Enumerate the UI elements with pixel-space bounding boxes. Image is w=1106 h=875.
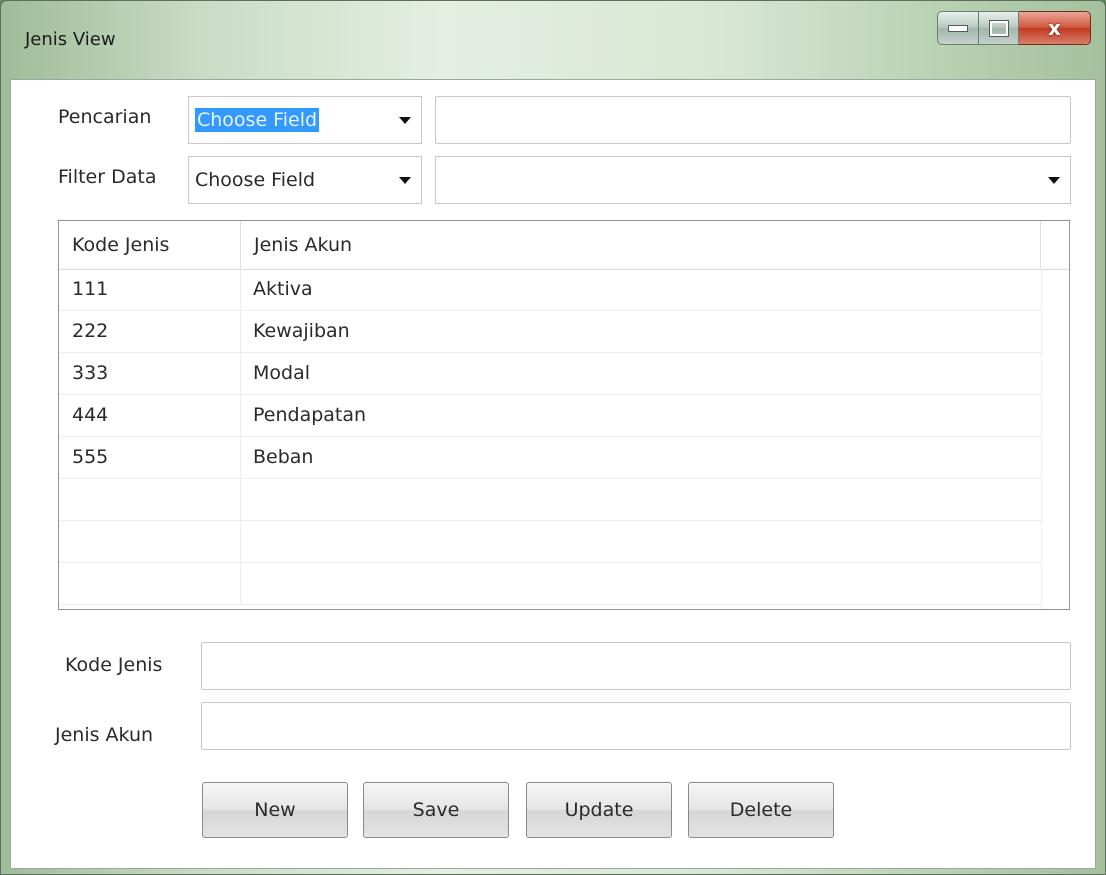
cell-jenis-akun: Modal [253, 362, 310, 384]
jenis-akun-input[interactable] [201, 702, 1071, 750]
client-area: Pencarian Choose Field Filter Data Choos… [10, 79, 1096, 869]
cell-empty [59, 479, 241, 520]
table-row[interactable]: 111 Aktiva [59, 269, 1041, 311]
table-row-empty [59, 479, 1041, 521]
kode-jenis-input[interactable] [201, 642, 1071, 690]
cell-jenis-akun: Pendapatan [253, 404, 367, 426]
column-header-jenis-akun[interactable]: Jenis Akun [241, 221, 1041, 269]
table-column-divider [1041, 269, 1042, 609]
maximize-button[interactable] [979, 11, 1019, 45]
jenis-table[interactable]: Kode Jenis Jenis Akun 111 Aktiva 222 Kew… [58, 220, 1070, 610]
filter-label: Filter Data [58, 166, 157, 188]
kode-jenis-label: Kode Jenis [65, 654, 163, 676]
cell-jenis-akun: Beban [253, 446, 314, 468]
close-button[interactable]: x [1019, 11, 1091, 45]
cell-empty [59, 521, 241, 562]
filter-field-select-value: Choose Field [195, 169, 316, 191]
filter-value-select[interactable] [435, 156, 1071, 204]
chevron-down-icon [399, 176, 411, 184]
maximize-icon [988, 19, 1009, 37]
caption-buttons: x [937, 11, 1091, 47]
cell-kode-jenis: 444 [59, 395, 241, 436]
window-title: Jenis View [25, 29, 116, 50]
table-row[interactable]: 555 Beban [59, 437, 1041, 479]
search-field-select-value: Choose Field [195, 108, 320, 132]
table-row[interactable]: 222 Kewajiban [59, 311, 1041, 353]
cell-empty [59, 563, 241, 604]
cell-kode-jenis: 111 [59, 269, 241, 310]
cell-jenis-akun: Aktiva [253, 278, 313, 300]
chevron-down-icon [399, 116, 411, 124]
cell-kode-jenis: 222 [59, 311, 241, 352]
cell-jenis-akun: Kewajiban [253, 320, 350, 342]
search-field-select[interactable]: Choose Field [188, 96, 422, 144]
table-row-empty [59, 563, 1041, 605]
filter-field-select[interactable]: Choose Field [188, 156, 422, 204]
delete-button[interactable]: Delete [688, 782, 834, 838]
search-label: Pencarian [58, 106, 152, 128]
table-row[interactable]: 444 Pendapatan [59, 395, 1041, 437]
column-header-filler [1041, 221, 1069, 269]
save-button[interactable]: Save [363, 782, 509, 838]
search-field-select-value-wrap: Choose Field [189, 108, 399, 132]
close-icon: x [1048, 16, 1061, 40]
app-window: Jenis View x Pencarian Choose Field Filt… [0, 0, 1106, 875]
title-bar[interactable]: Jenis View x [1, 1, 1105, 79]
cell-kode-jenis: 333 [59, 353, 241, 394]
column-header-kode-jenis[interactable]: Kode Jenis [59, 221, 241, 269]
table-header: Kode Jenis Jenis Akun [59, 221, 1069, 270]
new-button[interactable]: New [202, 782, 348, 838]
search-input[interactable] [435, 96, 1071, 144]
cell-kode-jenis: 555 [59, 437, 241, 478]
table-row[interactable]: 333 Modal [59, 353, 1041, 395]
minimize-icon [948, 24, 968, 32]
chevron-down-icon [1048, 176, 1060, 184]
table-row-empty [59, 521, 1041, 563]
jenis-akun-label: Jenis Akun [55, 724, 154, 746]
update-button[interactable]: Update [526, 782, 672, 838]
minimize-button[interactable] [937, 11, 979, 45]
